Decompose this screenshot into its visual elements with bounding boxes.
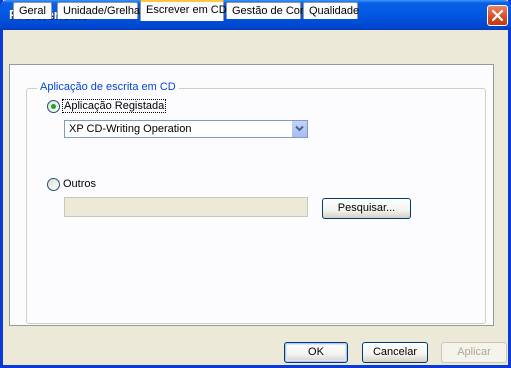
cancel-label: Cancelar xyxy=(372,346,418,358)
close-icon xyxy=(491,9,504,22)
dropdown-value: XP CD-Writing Operation xyxy=(69,123,192,135)
registered-app-text: Aplicação Registada xyxy=(62,99,167,113)
tab-write-cd[interactable]: Escrever em CD xyxy=(140,0,227,21)
dropdown-button[interactable] xyxy=(291,121,307,137)
tab-label: Gestão de Cor xyxy=(232,5,304,17)
apply-button[interactable]: Aplicar xyxy=(441,342,507,363)
tab-general[interactable]: Geral xyxy=(13,2,52,19)
tab-label: Unidade/Grelha xyxy=(63,5,141,17)
other-app-radio[interactable] xyxy=(47,178,60,191)
registered-app-radio[interactable] xyxy=(47,100,60,113)
apply-label: Aplicar xyxy=(457,346,491,358)
close-button[interactable] xyxy=(487,5,508,26)
tab-label: Qualidade xyxy=(309,5,360,17)
chevron-down-icon xyxy=(295,125,304,132)
tab-units-grid[interactable]: Unidade/Grelha xyxy=(57,2,141,19)
ok-label: OK xyxy=(308,346,324,358)
registered-app-label[interactable]: Aplicação Registada xyxy=(62,99,167,113)
ok-button[interactable]: OK xyxy=(284,342,348,363)
tab-color-management[interactable]: Gestão de Cor xyxy=(226,2,304,19)
groupbox-legend: Aplicação de escrita em CD xyxy=(37,81,179,93)
tab-label: Escrever em CD xyxy=(146,4,227,16)
radio-selected-dot xyxy=(51,104,56,109)
tab-label: Geral xyxy=(19,5,46,17)
browse-label: Pesquisar... xyxy=(337,202,396,214)
other-app-label[interactable]: Outros xyxy=(63,178,96,190)
cancel-button[interactable]: Cancelar xyxy=(362,342,428,363)
tab-quality[interactable]: Qualidade xyxy=(303,2,360,19)
browse-button[interactable]: Pesquisar... xyxy=(322,198,411,219)
registered-app-dropdown[interactable]: XP CD-Writing Operation xyxy=(64,120,308,138)
other-app-path-field[interactable] xyxy=(64,197,308,217)
